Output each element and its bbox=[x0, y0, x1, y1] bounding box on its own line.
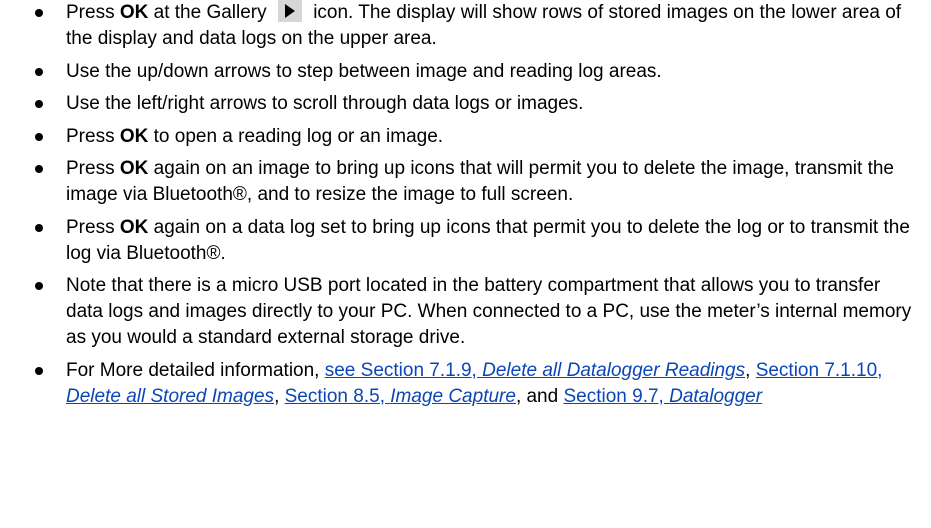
item-text: For More detailed information, bbox=[66, 359, 325, 381]
item-text: again on a data log set to bring up icon… bbox=[66, 216, 910, 264]
item-text: Press bbox=[66, 2, 120, 23]
ok-key-label: OK bbox=[119, 216, 149, 238]
link-delete-datalogger-readings[interactable]: see Section 7.1.9, Delete all Datalogger… bbox=[325, 360, 745, 381]
bullet-icon bbox=[35, 165, 43, 173]
bullet-icon bbox=[35, 100, 43, 108]
bullet-icon bbox=[35, 223, 43, 232]
play-icon bbox=[277, 0, 302, 22]
instruction-list: Press OK at the Gallery icon. The displa… bbox=[0, 0, 921, 410]
bullet-icon bbox=[35, 366, 43, 375]
ok-key-label: OK bbox=[119, 158, 149, 179]
bullet-icon bbox=[35, 67, 43, 76]
bullet-icon bbox=[35, 9, 43, 17]
list-item: Press OK again on a data log set to brin… bbox=[0, 215, 921, 267]
list-item: Use the left/right arrows to scroll thro… bbox=[0, 91, 921, 117]
item-text: , bbox=[745, 359, 756, 381]
ok-key-label: OK bbox=[119, 2, 149, 23]
list-item: Note that there is a micro USB port loca… bbox=[0, 273, 921, 351]
list-item: Press OK at the Gallery icon. The displa… bbox=[0, 0, 921, 52]
list-item: Press OK again on an image to bring up i… bbox=[0, 156, 921, 208]
item-text: , and bbox=[515, 385, 564, 407]
item-text: Press bbox=[66, 158, 120, 179]
list-item: For More detailed information, see Secti… bbox=[0, 358, 921, 410]
item-text: Use the up/down arrows to step between i… bbox=[66, 60, 662, 82]
item-text: again on an image to bring up icons that… bbox=[66, 158, 894, 205]
document-body: Press OK at the Gallery icon. The displa… bbox=[0, 0, 931, 410]
item-text: to open a reading log or an image. bbox=[148, 125, 444, 147]
list-item: Use the up/down arrows to step between i… bbox=[0, 59, 921, 85]
bullet-icon bbox=[35, 282, 43, 290]
item-text: at the Gallery bbox=[148, 2, 272, 23]
item-text: , bbox=[274, 385, 285, 407]
ok-key-label: OK bbox=[119, 125, 149, 147]
item-text: Use the left/right arrows to scroll thro… bbox=[66, 93, 584, 114]
item-text: Note that there is a micro USB port loca… bbox=[66, 275, 912, 348]
link-datalogger[interactable]: Section 9.7, Datalogger bbox=[563, 386, 762, 407]
list-item: Press OK to open a reading log or an ima… bbox=[0, 124, 921, 150]
bullet-icon bbox=[35, 132, 43, 141]
item-text: Press bbox=[66, 125, 120, 147]
link-image-capture[interactable]: Section 8.5, Image Capture bbox=[285, 386, 516, 407]
item-text: Press bbox=[66, 216, 120, 238]
